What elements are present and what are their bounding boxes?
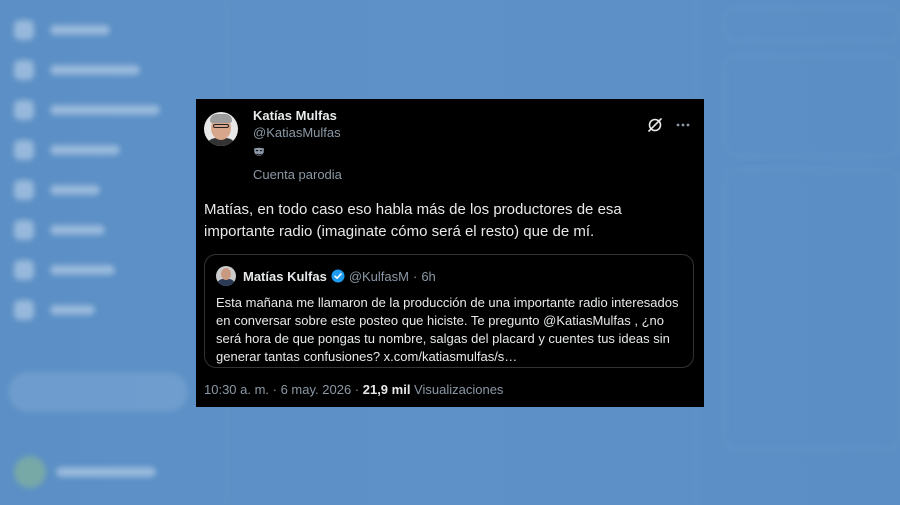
views-label: Visualizaciones (410, 382, 504, 397)
background-nav-label (50, 225, 105, 235)
quoted-tweet[interactable]: Matías Kulfas @KulfasM · 6h Esta mañana … (204, 254, 694, 368)
background-nav-icon (14, 100, 34, 120)
background-nav-icon (14, 220, 34, 240)
header-actions (647, 117, 691, 133)
tweet-meta: 10:30 a. m. · 6 may. 2026 · 21,9 mil Vis… (204, 382, 695, 397)
background-nav-item (14, 10, 194, 50)
background-box (724, 56, 900, 156)
background-user (14, 456, 156, 488)
background-user-label (56, 467, 156, 477)
background-nav-item (14, 170, 194, 210)
avatar-hair (210, 114, 232, 123)
avatar[interactable] (204, 112, 238, 146)
background-nav-label (50, 265, 115, 275)
background-nav-item (14, 210, 194, 250)
background-nav-label (50, 305, 95, 315)
quote-display-name[interactable]: Matías Kulfas (243, 269, 327, 284)
quote-header: Matías Kulfas @KulfasM · 6h (216, 266, 682, 286)
views-count: 21,9 mil (362, 382, 411, 397)
quote-separator: · (412, 268, 418, 284)
tweet-header: Katías Mulfas @KatiasMulfas Cuenta parod… (204, 107, 695, 181)
background-nav-icon (14, 60, 34, 80)
background-nav-icon (14, 180, 34, 200)
background-nav-item (14, 250, 194, 290)
quote-avatar-shirt (217, 279, 235, 286)
background-nav-icon (14, 300, 34, 320)
verified-badge-icon (331, 269, 345, 283)
more-icon[interactable] (675, 117, 691, 133)
grok-icon[interactable] (647, 117, 663, 133)
quote-avatar[interactable] (216, 266, 236, 286)
background-nav-label (50, 185, 100, 195)
background-right-column (724, 0, 900, 464)
background-nav-item (14, 50, 194, 90)
background-nav-item (14, 130, 194, 170)
tweet-timestamp[interactable]: 10:30 a. m. · 6 may. 2026 · (204, 382, 363, 397)
author-info: Katías Mulfas @KatiasMulfas Cuenta parod… (253, 107, 342, 181)
background-nav-item (14, 290, 194, 330)
background-nav-icon (14, 20, 34, 40)
background-nav-icon (14, 140, 34, 160)
background-nav-label (50, 65, 140, 75)
quote-timestamp[interactable]: 6h (421, 269, 435, 284)
tweet-card[interactable]: Katías Mulfas @KatiasMulfas Cuenta parod… (196, 99, 704, 407)
quote-text: Esta mañana me llamaron de la producción… (216, 295, 679, 364)
tweet-text: Matías, en todo caso eso habla más de lo… (204, 201, 622, 240)
background-search (724, 8, 900, 42)
quote-handle[interactable]: @KulfasM (349, 269, 409, 284)
parody-mask-icon (254, 147, 264, 156)
background-nav-label (50, 145, 120, 155)
background-nav-icon (14, 260, 34, 280)
background-nav-item (14, 90, 194, 130)
background-nav-label (50, 25, 110, 35)
quote-avatar-face (221, 268, 231, 280)
background-post-button (8, 372, 188, 412)
background-avatar (14, 456, 46, 488)
background-nav-label (50, 105, 160, 115)
background-box (724, 170, 900, 450)
parody-label: Cuenta parodia (253, 167, 342, 182)
background-sidebar (14, 10, 194, 330)
author-handle[interactable]: @KatiasMulfas (253, 126, 342, 139)
avatar-glasses (213, 124, 229, 128)
author-display-name[interactable]: Katías Mulfas (253, 109, 342, 122)
